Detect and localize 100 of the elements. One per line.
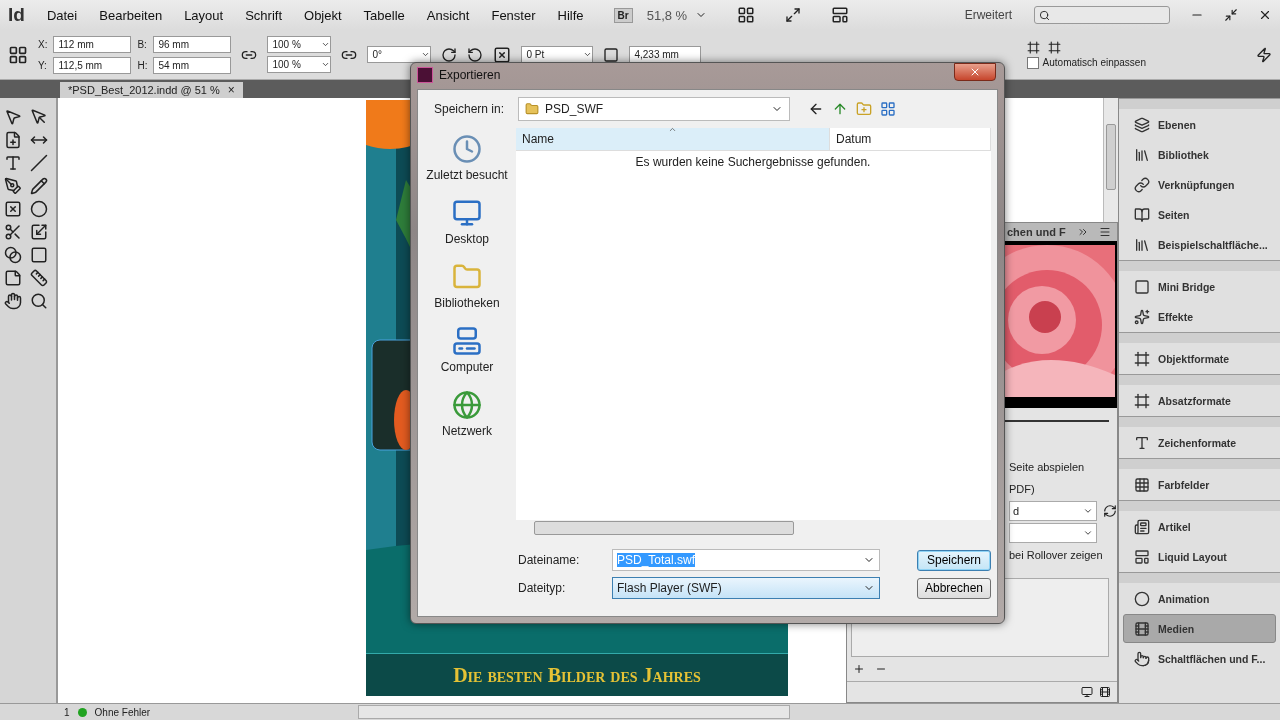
panel-item[interactable]: Mini Bridge: [1123, 272, 1276, 301]
screen-mode-icon[interactable]: [785, 7, 802, 23]
view-options-icon[interactable]: [737, 6, 756, 24]
autofit-checkbox[interactable]: Automatisch einpassen: [1026, 56, 1146, 69]
direct-selection-icon[interactable]: [30, 108, 48, 126]
panel-item[interactable]: Medien: [1123, 614, 1276, 643]
scroll-thumb[interactable]: [1106, 124, 1116, 190]
preview-icon[interactable]: [1081, 686, 1093, 699]
scroll-bar[interactable]: [1103, 98, 1118, 223]
selection-icon[interactable]: [4, 108, 22, 126]
panel-item[interactable]: Objektformate: [1123, 344, 1276, 373]
rotate-icon[interactable]: [441, 46, 458, 63]
pencil-icon[interactable]: [30, 177, 48, 195]
place-item[interactable]: Bibliotheken: [434, 262, 500, 310]
reference-point-icon[interactable]: [8, 44, 28, 65]
panel-item[interactable]: Artikel: [1123, 512, 1276, 541]
panel-item[interactable]: Liquid Layout: [1123, 542, 1276, 571]
place-item[interactable]: Desktop: [445, 198, 489, 246]
panel-item[interactable]: Bibliothek: [1123, 140, 1276, 169]
zoom-icon[interactable]: [30, 292, 48, 310]
panel-item[interactable]: Farbfelder: [1123, 470, 1276, 499]
place-item[interactable]: Netzwerk: [442, 390, 492, 438]
grip-bar[interactable]: [1119, 374, 1280, 385]
search-field[interactable]: [1034, 6, 1170, 24]
menu-item[interactable]: Bearbeiten: [99, 7, 163, 23]
preflight-status[interactable]: Ohne Fehler: [94, 706, 151, 718]
save-button[interactable]: Speichern: [917, 549, 991, 571]
input-field[interactable]: 54 mm: [153, 56, 232, 74]
panel-item[interactable]: Schaltflächen und F...: [1123, 644, 1276, 673]
panel-menu-icon[interactable]: [1099, 225, 1111, 238]
workspace-menu[interactable]: Erweitert: [964, 8, 1012, 22]
zoom-field[interactable]: 51,8 %: [646, 7, 688, 23]
refresh-icon[interactable]: [1103, 503, 1117, 518]
menu-item[interactable]: Objekt: [304, 7, 342, 23]
ellipse-icon[interactable]: [30, 200, 48, 218]
scroll-bar[interactable]: [358, 705, 791, 719]
scissors-icon[interactable]: [4, 223, 22, 241]
menu-item[interactable]: Fenster: [491, 7, 536, 23]
panel-item[interactable]: Effekte: [1123, 302, 1276, 331]
tab-close[interactable]: ×: [227, 83, 235, 97]
scale-field[interactable]: 100 %: [267, 56, 332, 73]
column-header[interactable]: Name: [516, 128, 830, 150]
document-tab[interactable]: *PSD_Best_2012.indd @ 51 % ×: [60, 82, 243, 98]
note-icon[interactable]: [4, 269, 22, 287]
film-icon[interactable]: [1099, 686, 1111, 699]
transform-icon[interactable]: [30, 223, 48, 241]
ruler-icon[interactable]: [30, 269, 48, 287]
grip-bar[interactable]: [1119, 458, 1280, 469]
panel-item[interactable]: Beispielschaltfläche...: [1123, 230, 1276, 259]
select-field[interactable]: [1009, 522, 1097, 543]
stroke-swatch-icon[interactable]: [493, 45, 512, 64]
frame-tool-icon[interactable]: [4, 200, 22, 218]
panel-item[interactable]: Ebenen: [1123, 110, 1276, 139]
restore-icon[interactable]: [1224, 8, 1238, 22]
filetype-field[interactable]: Flash Player (SWF): [612, 577, 880, 599]
cancel-button[interactable]: Abbrechen: [917, 577, 991, 599]
menu-item[interactable]: Layout: [184, 7, 224, 23]
scale-field[interactable]: 100 %: [267, 36, 332, 53]
place-item[interactable]: Zuletzt besucht: [426, 134, 508, 182]
menu-item[interactable]: Tabelle: [363, 7, 405, 23]
panel-tab[interactable]: chen und F: [1007, 225, 1066, 238]
line-tool-icon[interactable]: [30, 154, 48, 172]
input-field[interactable]: 112 mm: [53, 35, 132, 53]
menu-item[interactable]: Schrift: [245, 7, 283, 23]
place-item[interactable]: Computer: [440, 326, 494, 374]
panel-item[interactable]: Zeichenformate: [1123, 428, 1276, 457]
arrange-icon[interactable]: [831, 6, 850, 24]
view-menu-icon[interactable]: [880, 101, 897, 117]
grip-bar[interactable]: [1119, 416, 1280, 427]
grip-bar[interactable]: [1119, 260, 1280, 271]
folder-combo[interactable]: PSD_SWF: [518, 97, 791, 121]
clock-icon: [452, 134, 482, 164]
scroll-thumb[interactable]: [534, 521, 794, 535]
app-icon: [417, 67, 433, 83]
hand-icon[interactable]: [4, 292, 22, 310]
panel-item[interactable]: Verknüpfungen: [1123, 170, 1276, 199]
lightning-icon[interactable]: [1256, 46, 1272, 63]
rotate-icon[interactable]: [467, 46, 484, 63]
panel-item[interactable]: Animation: [1123, 584, 1276, 613]
page-tool-icon[interactable]: [4, 131, 22, 149]
page-number-field[interactable]: 1: [64, 706, 70, 718]
grip-bar[interactable]: [1119, 98, 1280, 109]
panel-item[interactable]: Absatzformate: [1123, 386, 1276, 415]
menu-item[interactable]: Datei: [46, 7, 78, 23]
add-icon[interactable]: [853, 663, 865, 676]
close-button[interactable]: [954, 63, 996, 81]
select-field[interactable]: d: [1009, 500, 1097, 521]
menu-item[interactable]: Hilfe: [557, 7, 584, 23]
grip-bar[interactable]: [1119, 500, 1280, 511]
grip-bar[interactable]: [1119, 332, 1280, 343]
input-field[interactable]: 112,5 mm: [53, 56, 132, 74]
panel-item[interactable]: Seiten: [1123, 200, 1276, 229]
bridge-button[interactable]: Br: [613, 7, 633, 23]
grip-bar[interactable]: [1119, 572, 1280, 583]
angle-field[interactable]: 0°: [367, 46, 432, 63]
menu-item[interactable]: Ansicht: [426, 7, 470, 23]
pen-tool-icon[interactable]: [4, 177, 22, 195]
input-field[interactable]: 96 mm: [153, 35, 232, 53]
type-tool-icon[interactable]: [4, 154, 22, 172]
close-icon[interactable]: [1258, 8, 1272, 22]
